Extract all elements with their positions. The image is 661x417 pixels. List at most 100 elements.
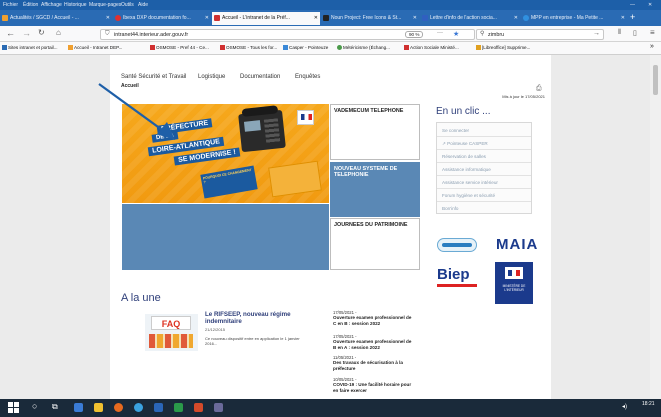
bookmark-star-icon[interactable]: ★ — [453, 30, 459, 38]
shield-icon[interactable]: ⛉ — [105, 31, 110, 38]
clock[interactable]: 18:21 — [642, 401, 655, 407]
impress-icon[interactable] — [194, 403, 203, 412]
task-view-icon[interactable]: ⧉ — [52, 402, 58, 412]
bookmark-osmose-tous[interactable]: OSMOSE - Tous les for... — [220, 45, 277, 50]
close-window-icon[interactable]: ✕ — [648, 2, 652, 8]
bookmark-metericisme[interactable]: Météricisme (Échang... — [337, 45, 390, 50]
logo-ministere-interieur[interactable]: MINISTÈRE DE L'INTÉRIEUR — [495, 262, 533, 304]
feature-date: 21/12/2015 — [205, 327, 226, 332]
back-icon[interactable]: ← — [6, 28, 15, 38]
tab-noun-project[interactable]: Noun Project: Free Icons & St... ✕ — [321, 12, 419, 25]
sidebar-icon[interactable]: ▯ — [633, 29, 637, 37]
app-icon[interactable] — [214, 403, 223, 412]
tab-lettre-info[interactable]: Lettre d'info de l'action socia... ✕ — [420, 12, 520, 25]
news-block-blue[interactable] — [122, 204, 329, 270]
url-text: intranet44.interieur.ader.gouv.fr — [114, 32, 189, 38]
close-icon[interactable]: ✕ — [413, 12, 417, 25]
overflow-chevron-icon[interactable]: » — [650, 43, 654, 50]
search-go-icon[interactable]: → — [593, 30, 600, 37]
close-icon[interactable]: ✕ — [314, 12, 318, 25]
reload-icon[interactable]: ↻ — [38, 28, 45, 37]
scrollbar[interactable] — [650, 55, 661, 399]
tab-ibexa[interactable]: Ibexa DXP documentation fo... ✕ — [113, 12, 211, 25]
bookmark-libreoffice[interactable]: [Libreoffice] Supprime... — [476, 45, 530, 50]
header-vademecum[interactable]: VADEMECUM TELEPHONE — [330, 104, 420, 160]
logo-ministere-1[interactable] — [437, 238, 477, 252]
logo-maia[interactable]: MAIA — [496, 236, 538, 253]
more-icon[interactable]: ··· — [437, 30, 443, 36]
print-icon[interactable]: ⎙ — [536, 85, 542, 93]
bookmark-sites-intranet[interactable]: Sites intranet et portail... — [2, 45, 58, 50]
close-icon[interactable]: ✕ — [514, 12, 518, 25]
tab-favicon-icon — [214, 15, 220, 21]
windows-start-icon[interactable] — [8, 402, 19, 413]
tab-label: Ibexa DXP documentation fo... — [123, 15, 191, 21]
url-bar[interactable]: ⛉ intranet44.interieur.ader.gouv.fr 90 %… — [100, 29, 475, 40]
link-forum-hygiene[interactable]: Forum hygiène et sécurité — [437, 189, 531, 202]
link-bon-info[interactable]: Bon'info — [437, 202, 531, 215]
news-title-4[interactable]: COVID-19 : Une facilité horaire pour en … — [333, 382, 413, 394]
faq-image[interactable]: FAQ — [145, 314, 198, 351]
tab-accueil-active[interactable]: Accueil - L'intranet de la Préf... ✕ — [212, 12, 320, 25]
link-assistance-interieur[interactable]: Assistance service intérieur — [437, 176, 531, 189]
header-nouveau-systeme-label: NOUVEAU SYSTEME DE TELEPHONIE — [334, 166, 398, 178]
menu-aide[interactable]: Aide — [138, 2, 148, 8]
minimize-icon[interactable]: — — [630, 2, 635, 8]
menu-marque-pages[interactable]: Marque-pages — [89, 2, 121, 8]
close-icon[interactable]: ✕ — [106, 12, 110, 25]
scrollbar-thumb[interactable] — [653, 65, 658, 95]
news-title-1[interactable]: Ouverture examen professionnel de C en B… — [333, 315, 413, 327]
bookmark-action-sociale[interactable]: Action Sociale Ministé... — [404, 45, 459, 50]
library-icon[interactable]: ⫴ — [618, 29, 621, 37]
menu-fichier[interactable]: Fichier — [3, 2, 18, 8]
nav-enquetes[interactable]: Enquêtes — [295, 74, 320, 80]
bookmark-osmose-pref[interactable]: OSMOSE - Pref 44 - Ce... — [150, 45, 209, 50]
word-icon[interactable] — [154, 403, 163, 412]
nav-logistique[interactable]: Logistique — [198, 74, 225, 80]
link-se-connecter[interactable]: Se connecter — [437, 124, 531, 137]
forward-icon[interactable]: → — [22, 28, 31, 38]
edge-icon[interactable] — [74, 403, 83, 412]
header-journees-label: JOURNEES DU PATRIMOINE — [334, 222, 408, 228]
header-journees-patrimoine[interactable]: JOURNEES DU PATRIMOINE — [330, 218, 420, 270]
hamburger-icon[interactable]: ≡ — [650, 28, 655, 37]
new-tab-icon[interactable]: + — [630, 12, 635, 22]
feature-title[interactable]: Le RIFSEEP, nouveau régime indemnitaire — [205, 311, 315, 325]
tab-label: Actualités / SGCD / Accueil - ... — [10, 15, 79, 21]
zoom-level[interactable]: 90 % — [405, 31, 424, 38]
chrome-icon[interactable] — [134, 403, 143, 412]
bookmark-casper[interactable]: Casper - Pointeuze — [283, 45, 328, 50]
news-title-3[interactable]: Des travaux de sécurisation à la préfect… — [333, 360, 413, 372]
menu-historique[interactable]: Historique — [64, 2, 87, 8]
link-assistance-informatique[interactable]: Assistance informatique — [437, 163, 531, 176]
close-icon[interactable]: ✕ — [205, 12, 209, 25]
bookmark-accueil-intranet[interactable]: Accueil - Intranet DEP... — [68, 45, 122, 50]
search-taskbar-icon[interactable]: ○ — [32, 401, 37, 411]
tab-favicon-icon — [422, 15, 428, 21]
link-reservation-salles[interactable]: Réservation de salles — [437, 150, 531, 163]
file-explorer-icon[interactable] — [94, 403, 103, 412]
close-icon[interactable]: ✕ — [621, 12, 625, 25]
header-nouveau-systeme[interactable]: NOUVEAU SYSTEME DE TELEPHONIE — [330, 162, 420, 217]
calc-icon[interactable] — [174, 403, 183, 412]
search-input[interactable]: ⚲ zimbru → — [476, 29, 604, 40]
annotation-arrow — [98, 83, 175, 140]
volume-icon[interactable]: ◂) — [622, 403, 627, 410]
tab-label: MPP en entreprise - Ma Petite ... — [531, 15, 604, 21]
logo-biep[interactable]: Biep — [437, 266, 470, 283]
a-la-une-title: A la une — [121, 292, 161, 304]
menu-affichage[interactable]: Affichage — [41, 2, 62, 8]
news-title-2[interactable]: Ouverture examen professionnel de B en A… — [333, 339, 413, 351]
tab-label: Lettre d'info de l'action socia... — [430, 15, 497, 21]
tab-actualites[interactable]: Actualités / SGCD / Accueil - ... ✕ — [0, 12, 112, 25]
nav-documentation[interactable]: Documentation — [240, 74, 280, 80]
tab-label: Accueil - L'intranet de la Préf... — [222, 15, 290, 21]
flag — [508, 270, 520, 276]
tab-mpp[interactable]: MPP en entreprise - Ma Petite ... ✕ — [521, 12, 627, 25]
menu-outils[interactable]: Outils — [121, 2, 134, 8]
home-icon[interactable]: ⌂ — [56, 28, 61, 37]
flag — [301, 114, 312, 120]
menu-edition[interactable]: Édition — [23, 2, 38, 8]
firefox-icon[interactable] — [114, 403, 123, 412]
link-pointeuse-casper[interactable]: ↗ Pointeuse CASPER — [437, 137, 531, 150]
